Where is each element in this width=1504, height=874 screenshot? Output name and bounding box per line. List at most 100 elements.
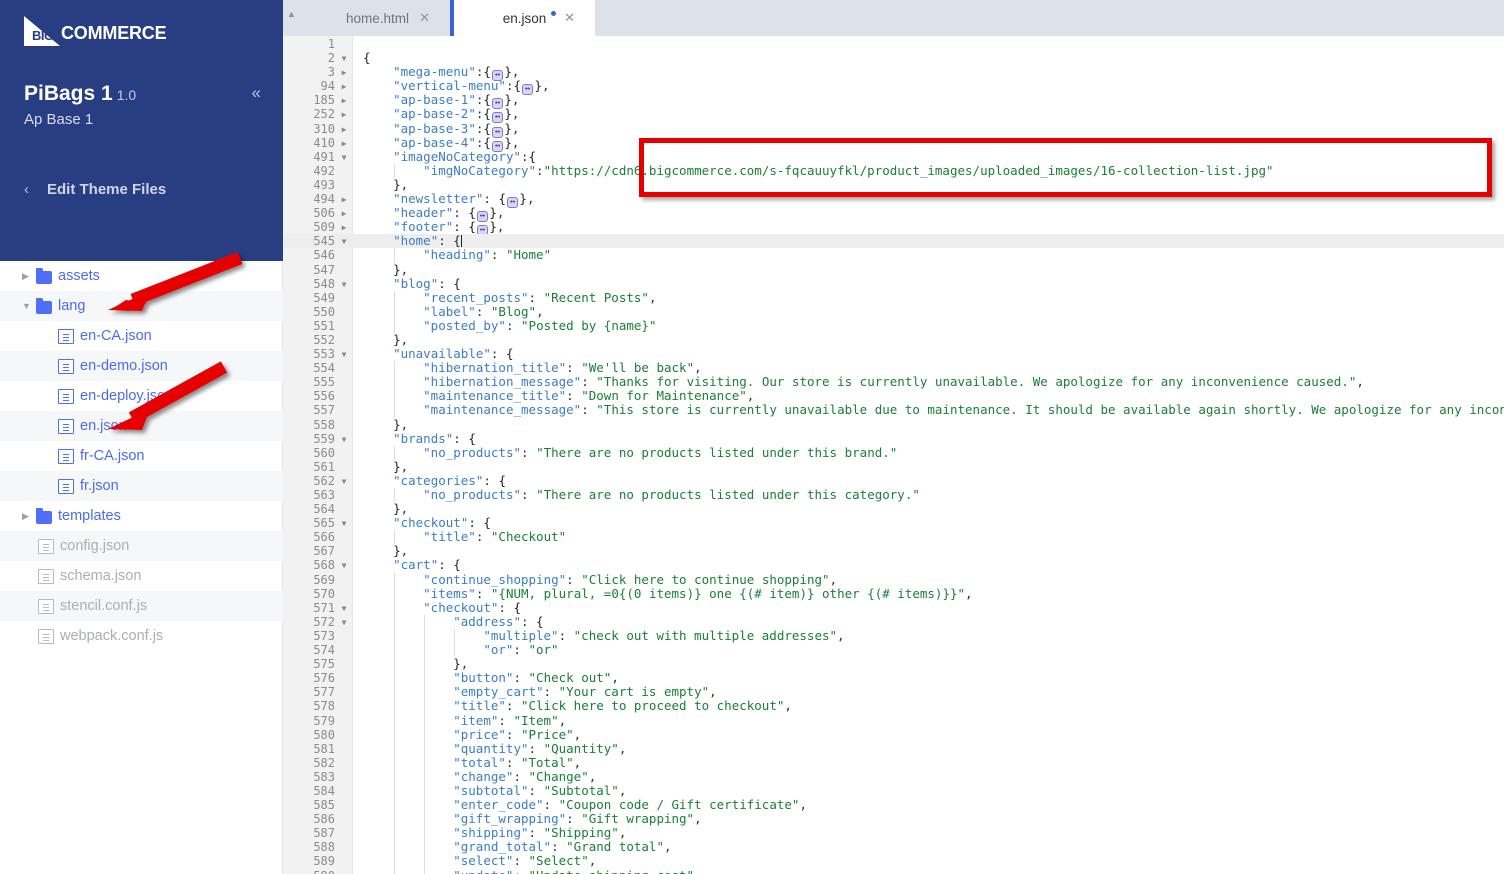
tree-item-en-json[interactable]: en.json: [0, 411, 283, 441]
json-key: "title": [423, 529, 476, 545]
code-text: "imageNoCategory":{: [393, 149, 536, 164]
fold-open-icon[interactable]: ▼: [339, 602, 349, 616]
close-icon[interactable]: ✕: [419, 10, 430, 26]
code-line: 572 ▼ "address": {: [283, 614, 1504, 630]
tree-item-label: stencil.conf.js: [60, 598, 148, 614]
twisty-collapsed-icon[interactable]: ▶: [22, 271, 36, 282]
json-punctuation: :: [528, 782, 544, 798]
tree-item-schema-json[interactable]: schema.json: [0, 561, 283, 591]
file-icon: [58, 418, 74, 434]
fold-closed-icon[interactable]: ▶: [339, 221, 349, 235]
close-icon[interactable]: ✕: [564, 10, 575, 26]
json-key: "grand_total": [453, 839, 552, 855]
tree-item-templates[interactable]: ▶ templates: [0, 501, 283, 531]
fold-closed-icon[interactable]: ▶: [339, 123, 349, 137]
code-line: 547},: [283, 261, 1504, 277]
tree-item-en-deploy-json[interactable]: en-deploy.json: [0, 381, 283, 411]
json-punctuation: ,: [400, 331, 409, 347]
fold-open-icon[interactable]: ▼: [339, 616, 349, 630]
tree-item-fr-CA-json[interactable]: fr-CA.json: [0, 441, 283, 471]
tree-item-webpack-conf-js[interactable]: webpack.conf.js: [0, 621, 283, 651]
code-text: "hibernation_title": "We'll be back",: [423, 361, 701, 375]
code-text: "quantity": "Quantity",: [453, 741, 626, 756]
tab-scroll-left-icon[interactable]: ▲: [287, 9, 296, 19]
json-punctuation: ,: [573, 726, 582, 742]
tree-item-label: en-demo.json: [80, 358, 168, 374]
tree-item-assets[interactable]: ▶ assets: [0, 261, 283, 291]
tree-item-fr-json[interactable]: fr.json: [0, 471, 283, 501]
code-text: "no_products": "There are no products li…: [423, 487, 920, 502]
tree-item-en-CA-json[interactable]: en-CA.json: [0, 321, 283, 351]
fold-open-icon[interactable]: ▼: [339, 348, 349, 362]
json-punctuation: ,: [746, 388, 755, 404]
json-key: "multiple": [483, 627, 559, 643]
indent-guide: [424, 643, 426, 658]
json-punctuation: }: [393, 543, 401, 559]
theme-title: PiBags 1 1.0: [24, 82, 136, 106]
code-text: "hibernation_message": "Thanks for visit…: [423, 375, 1364, 389]
edit-theme-files-link[interactable]: ‹ Edit Theme Files: [24, 181, 166, 198]
json-punctuation: :: [505, 317, 522, 333]
code-text: },: [393, 502, 408, 516]
fold-open-icon[interactable]: ▼: [339, 559, 349, 573]
json-punctuation: ,: [837, 627, 845, 643]
twisty-collapsed-icon[interactable]: ▶: [22, 511, 36, 522]
json-key: "items": [423, 585, 476, 601]
fold-open-icon[interactable]: ▼: [339, 235, 349, 249]
fold-open-icon[interactable]: ▼: [339, 475, 349, 489]
fold-open-icon[interactable]: ▼: [339, 433, 349, 447]
fold-closed-icon[interactable]: ▶: [339, 94, 349, 108]
fold-open-icon[interactable]: ▼: [339, 517, 349, 531]
code-text: },: [393, 417, 408, 432]
code-line: 554 "hibernation_title": "We'll be back",: [283, 361, 1504, 376]
file-icon: [58, 388, 74, 404]
code-content[interactable]: 1 2 ▼{3 ▶ "mega-menu":{↔}, 94 ▶ "vertical-menu"…: [283, 36, 1504, 874]
line-number: 558: [313, 417, 335, 432]
json-key: "imgNoCategory": [423, 162, 537, 178]
code-line: 561},: [283, 459, 1504, 474]
theme-editor-window: BIG COMMERCE PiBags 1 1.0 Ap Base 1 « ‹ E…: [0, 0, 1504, 874]
fold-closed-icon[interactable]: ▶: [339, 207, 349, 221]
fold-closed-icon[interactable]: ▶: [339, 137, 349, 151]
json-punctuation: ,: [536, 303, 544, 319]
fold-closed-icon[interactable]: ▶: [339, 80, 349, 94]
json-key: "update": [453, 868, 513, 874]
editor-tab-home-html[interactable]: home.html ✕: [305, 0, 450, 36]
line-number: 493: [313, 177, 335, 192]
unsaved-changes-dot: [551, 11, 556, 16]
json-punctuation: {: [468, 430, 476, 446]
line-number: 566: [313, 530, 335, 545]
twisty-expanded-icon[interactable]: ▼: [22, 301, 36, 311]
fold-closed-icon[interactable]: ▶: [339, 193, 349, 207]
fold-open-icon[interactable]: ▼: [339, 151, 349, 165]
json-key: "no_products": [423, 487, 521, 502]
indent-guide: [424, 699, 426, 714]
json-key: "empty_cart": [453, 684, 544, 700]
code-line: 584 "subtotal": "Subtotal",: [283, 782, 1504, 799]
json-key: "total": [453, 754, 506, 770]
tree-item-config-json[interactable]: config.json: [0, 531, 283, 561]
line-number: 252: [313, 107, 335, 122]
fold-closed-icon[interactable]: ▶: [339, 108, 349, 122]
tree-item-en-demo-json[interactable]: en-demo.json: [0, 351, 283, 381]
editor-tab-en-json[interactable]: en.json ✕: [450, 0, 595, 36]
code-text: "continue_shopping": "Click here to cont…: [423, 572, 837, 587]
line-number: 560: [313, 445, 335, 460]
tree-item-stencil-conf-js[interactable]: stencil.conf.js: [0, 591, 283, 621]
json-punctuation: }: [393, 261, 401, 277]
json-key: "recent_posts": [423, 289, 529, 305]
code-area[interactable]: 1 2 ▼{3 ▶ "mega-menu":{↔}, 94 ▶ "vertical-menu"…: [283, 36, 1504, 874]
tree-item-lang[interactable]: ▼ lang: [0, 291, 283, 321]
json-key: "vertical-menu": [393, 78, 506, 94]
chevron-double-left-icon[interactable]: «: [252, 84, 261, 101]
code-line: 566 "title": "Checkout": [283, 529, 1504, 545]
line-number: 580: [313, 727, 335, 742]
fold-closed-icon[interactable]: ▶: [339, 66, 349, 80]
json-key: "ap-base-4": [393, 134, 476, 150]
json-punctuation: :: [505, 726, 521, 742]
code-text: "maintenance_message": "This store is cu…: [423, 403, 1504, 417]
file-icon: [38, 628, 54, 644]
fold-open-icon[interactable]: ▼: [339, 278, 349, 292]
fold-open-icon[interactable]: ▼: [339, 52, 349, 66]
json-punctuation: ,: [400, 176, 409, 192]
